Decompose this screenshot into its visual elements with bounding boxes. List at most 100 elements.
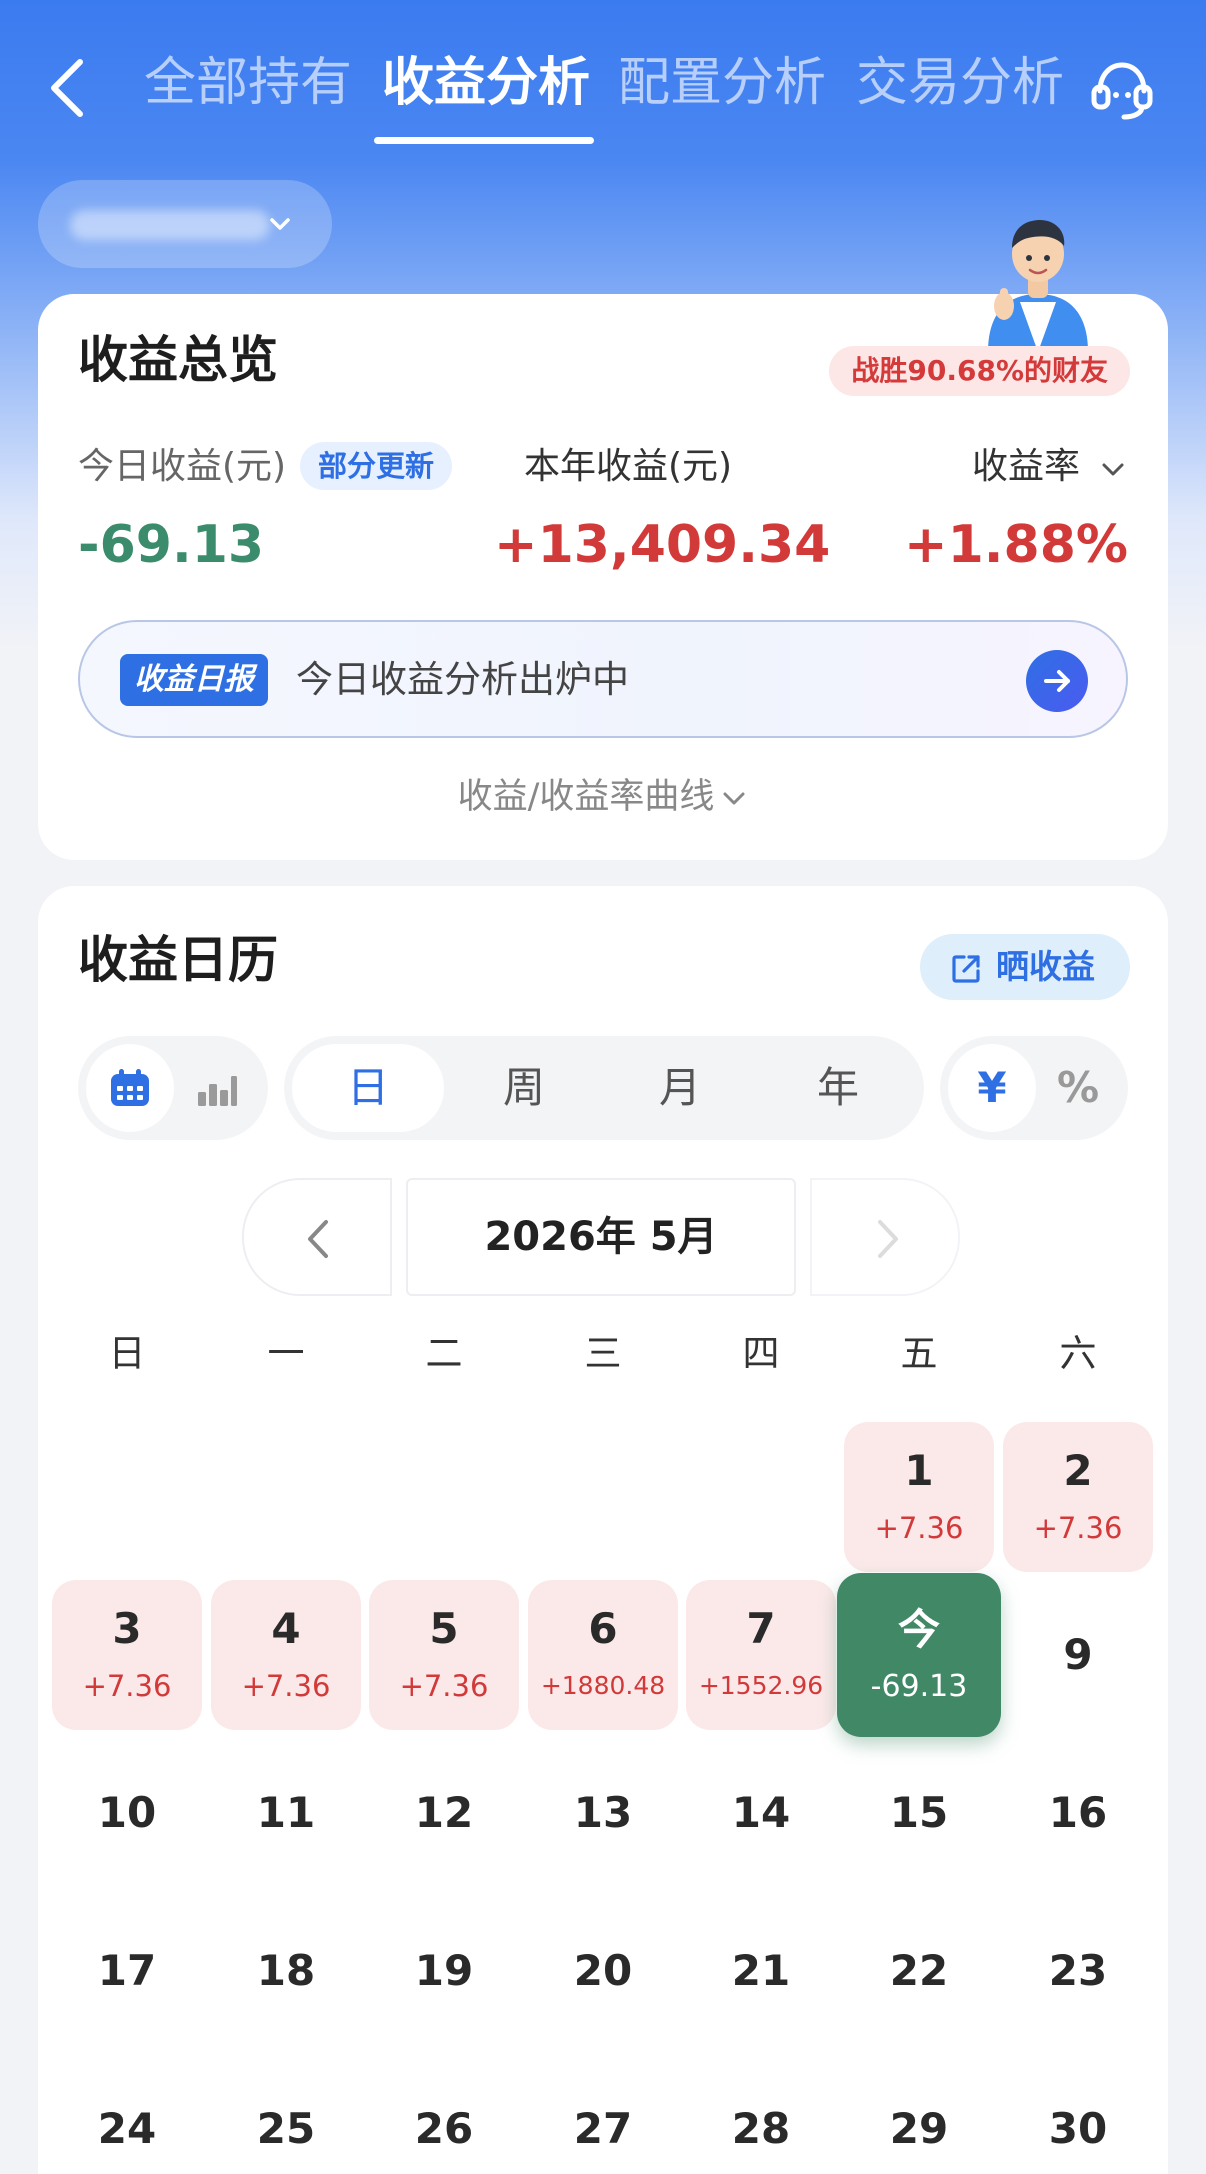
calendar-day[interactable]: 22 bbox=[844, 1896, 994, 2046]
calendar-day-number: 9 bbox=[1063, 1630, 1093, 1679]
calendar-day-income: +1880.48 bbox=[540, 1671, 666, 1700]
calendar-day-number: 15 bbox=[889, 1788, 949, 1837]
calendar-day[interactable]: 25 bbox=[211, 2054, 361, 2174]
unit-percent-button[interactable]: % bbox=[1034, 1044, 1122, 1132]
calendar-day[interactable]: 6 +1880.48 bbox=[528, 1580, 678, 1730]
calendar-day-income: +7.36 bbox=[82, 1669, 172, 1703]
period-year-button[interactable]: 年 bbox=[762, 1044, 914, 1132]
income-calendar-card: 收益日历 晒收益 日 周 月 年 ¥ % 2026年 5月 日 一 二 三 四 … bbox=[38, 886, 1168, 2174]
calendar-day-income: -69.13 bbox=[870, 1669, 968, 1704]
tab-trade-analysis[interactable]: 交易分析 bbox=[856, 48, 1064, 118]
today-income-label: 今日收益(元) bbox=[78, 446, 287, 487]
tab-income-analysis[interactable]: 收益分析 bbox=[382, 48, 590, 118]
calendar-day[interactable]: 18 bbox=[211, 1896, 361, 2046]
calendar-day-number: 1 bbox=[904, 1446, 934, 1495]
tab-allocation-analysis[interactable]: 配置分析 bbox=[618, 48, 826, 118]
calendar-day[interactable]: 14 bbox=[686, 1738, 836, 1888]
current-month-label[interactable]: 2026年 5月 bbox=[406, 1178, 796, 1296]
calendar-view-button[interactable] bbox=[86, 1044, 174, 1132]
weekday-thu: 四 bbox=[742, 1332, 780, 1375]
weekday-sat: 六 bbox=[1059, 1332, 1097, 1375]
calendar-day-number: 3 bbox=[112, 1604, 142, 1653]
chevron-down-icon bbox=[723, 792, 745, 805]
share-income-button[interactable]: 晒收益 bbox=[920, 934, 1130, 1000]
calendar-day[interactable]: 20 bbox=[528, 1896, 678, 2046]
calendar-day[interactable]: 15 bbox=[844, 1738, 994, 1888]
calendar-day[interactable]: 10 bbox=[52, 1738, 202, 1888]
calendar-day[interactable]: 19 bbox=[369, 1896, 519, 2046]
view-mode-toggle bbox=[78, 1036, 268, 1140]
return-rate-value: +1.88% bbox=[904, 515, 1128, 575]
calendar-day[interactable]: 2 +7.36 bbox=[1003, 1422, 1153, 1572]
calendar-day[interactable]: 26 bbox=[369, 2054, 519, 2174]
year-income-label: 本年收益(元) bbox=[524, 446, 733, 487]
calendar-day[interactable]: 1 +7.36 bbox=[844, 1422, 994, 1572]
next-month-button[interactable] bbox=[810, 1178, 960, 1296]
chevron-down-icon bbox=[270, 218, 290, 230]
daily-report-banner[interactable]: 收益日报 今日收益分析出炉中 bbox=[78, 620, 1128, 738]
calendar-day[interactable]: 30 bbox=[1003, 2054, 1153, 2174]
account-selector[interactable] bbox=[38, 180, 332, 268]
calendar-day-number: 29 bbox=[889, 2104, 949, 2153]
calendar-day[interactable]: 4 +7.36 bbox=[211, 1580, 361, 1730]
calendar-day-income: +7.36 bbox=[1033, 1511, 1123, 1545]
calendar-day-number: 10 bbox=[97, 1788, 157, 1837]
calendar-day[interactable]: 5 +7.36 bbox=[369, 1580, 519, 1730]
calendar-day-number: 18 bbox=[256, 1946, 316, 1995]
back-button[interactable] bbox=[38, 48, 98, 128]
return-rate-selector[interactable]: 收益率 bbox=[972, 442, 1080, 492]
calendar-day[interactable]: 9 bbox=[1003, 1580, 1153, 1730]
calendar-day-today[interactable]: 今 -69.13 bbox=[837, 1573, 1001, 1737]
calendar-day[interactable]: 28 bbox=[686, 2054, 836, 2174]
calendar-day-number: 30 bbox=[1048, 2104, 1108, 2153]
calendar-day-number: 17 bbox=[97, 1946, 157, 1995]
calendar-day[interactable]: 17 bbox=[52, 1896, 202, 2046]
weekday-sun: 日 bbox=[108, 1332, 146, 1375]
daily-report-arrow-button[interactable] bbox=[1026, 650, 1088, 712]
calendar-day-number: 20 bbox=[573, 1946, 633, 1995]
today-income-value: -69.13 bbox=[78, 515, 265, 575]
daily-report-tag: 收益日报 bbox=[120, 654, 268, 706]
chart-view-button[interactable] bbox=[172, 1044, 260, 1132]
calendar-day-number: 4 bbox=[271, 1604, 301, 1653]
daily-report-text: 今日收益分析出炉中 bbox=[296, 658, 629, 701]
year-income-value: +13,409.34 bbox=[494, 515, 831, 575]
tab-holdings[interactable]: 全部持有 bbox=[144, 48, 352, 118]
calendar-day-number: 26 bbox=[414, 2104, 474, 2153]
calendar-day[interactable]: 29 bbox=[844, 2054, 994, 2174]
calendar-day-number: 24 bbox=[97, 2104, 157, 2153]
calendar-day-number: 16 bbox=[1048, 1788, 1108, 1837]
share-income-label: 晒收益 bbox=[996, 947, 1095, 986]
chevron-left-icon bbox=[51, 59, 83, 117]
period-toggle: 日 周 月 年 bbox=[284, 1036, 924, 1140]
curve-toggle[interactable]: 收益/收益率曲线 bbox=[38, 772, 1168, 822]
calendar-day[interactable]: 13 bbox=[528, 1738, 678, 1888]
share-external-icon bbox=[952, 955, 980, 983]
calendar-day-number: 11 bbox=[256, 1788, 316, 1837]
period-week-button[interactable]: 周 bbox=[448, 1044, 600, 1132]
unit-yuan-button[interactable]: ¥ bbox=[948, 1044, 1036, 1132]
prev-month-button[interactable] bbox=[242, 1178, 392, 1296]
period-day-button[interactable]: 日 bbox=[292, 1044, 444, 1132]
calendar-day-number: 25 bbox=[256, 2104, 316, 2153]
calendar-day-number: 23 bbox=[1048, 1946, 1108, 1995]
calendar-day-number: 今 bbox=[897, 1605, 940, 1654]
bar-chart-icon bbox=[198, 1076, 237, 1106]
calendar-day[interactable]: 24 bbox=[52, 2054, 202, 2174]
weekday-tue: 二 bbox=[425, 1332, 463, 1375]
calendar-day[interactable]: 21 bbox=[686, 1896, 836, 2046]
calendar-day[interactable]: 23 bbox=[1003, 1896, 1153, 2046]
period-month-button[interactable]: 月 bbox=[604, 1044, 756, 1132]
top-nav: 全部持有 收益分析 配置分析 交易分析 bbox=[0, 0, 1206, 170]
chevron-left-icon bbox=[308, 1220, 328, 1258]
active-tab-indicator bbox=[374, 137, 594, 144]
calendar-day[interactable]: 11 bbox=[211, 1738, 361, 1888]
calendar-day[interactable]: 12 bbox=[369, 1738, 519, 1888]
chevron-down-icon[interactable] bbox=[1098, 454, 1128, 484]
calendar-day-income: +7.36 bbox=[874, 1511, 964, 1545]
calendar-day[interactable]: 16 bbox=[1003, 1738, 1153, 1888]
calendar-day[interactable]: 7 +1552.96 bbox=[686, 1580, 836, 1730]
customer-service-button[interactable] bbox=[1088, 55, 1156, 123]
calendar-day[interactable]: 3 +7.36 bbox=[52, 1580, 202, 1730]
calendar-day[interactable]: 27 bbox=[528, 2054, 678, 2174]
